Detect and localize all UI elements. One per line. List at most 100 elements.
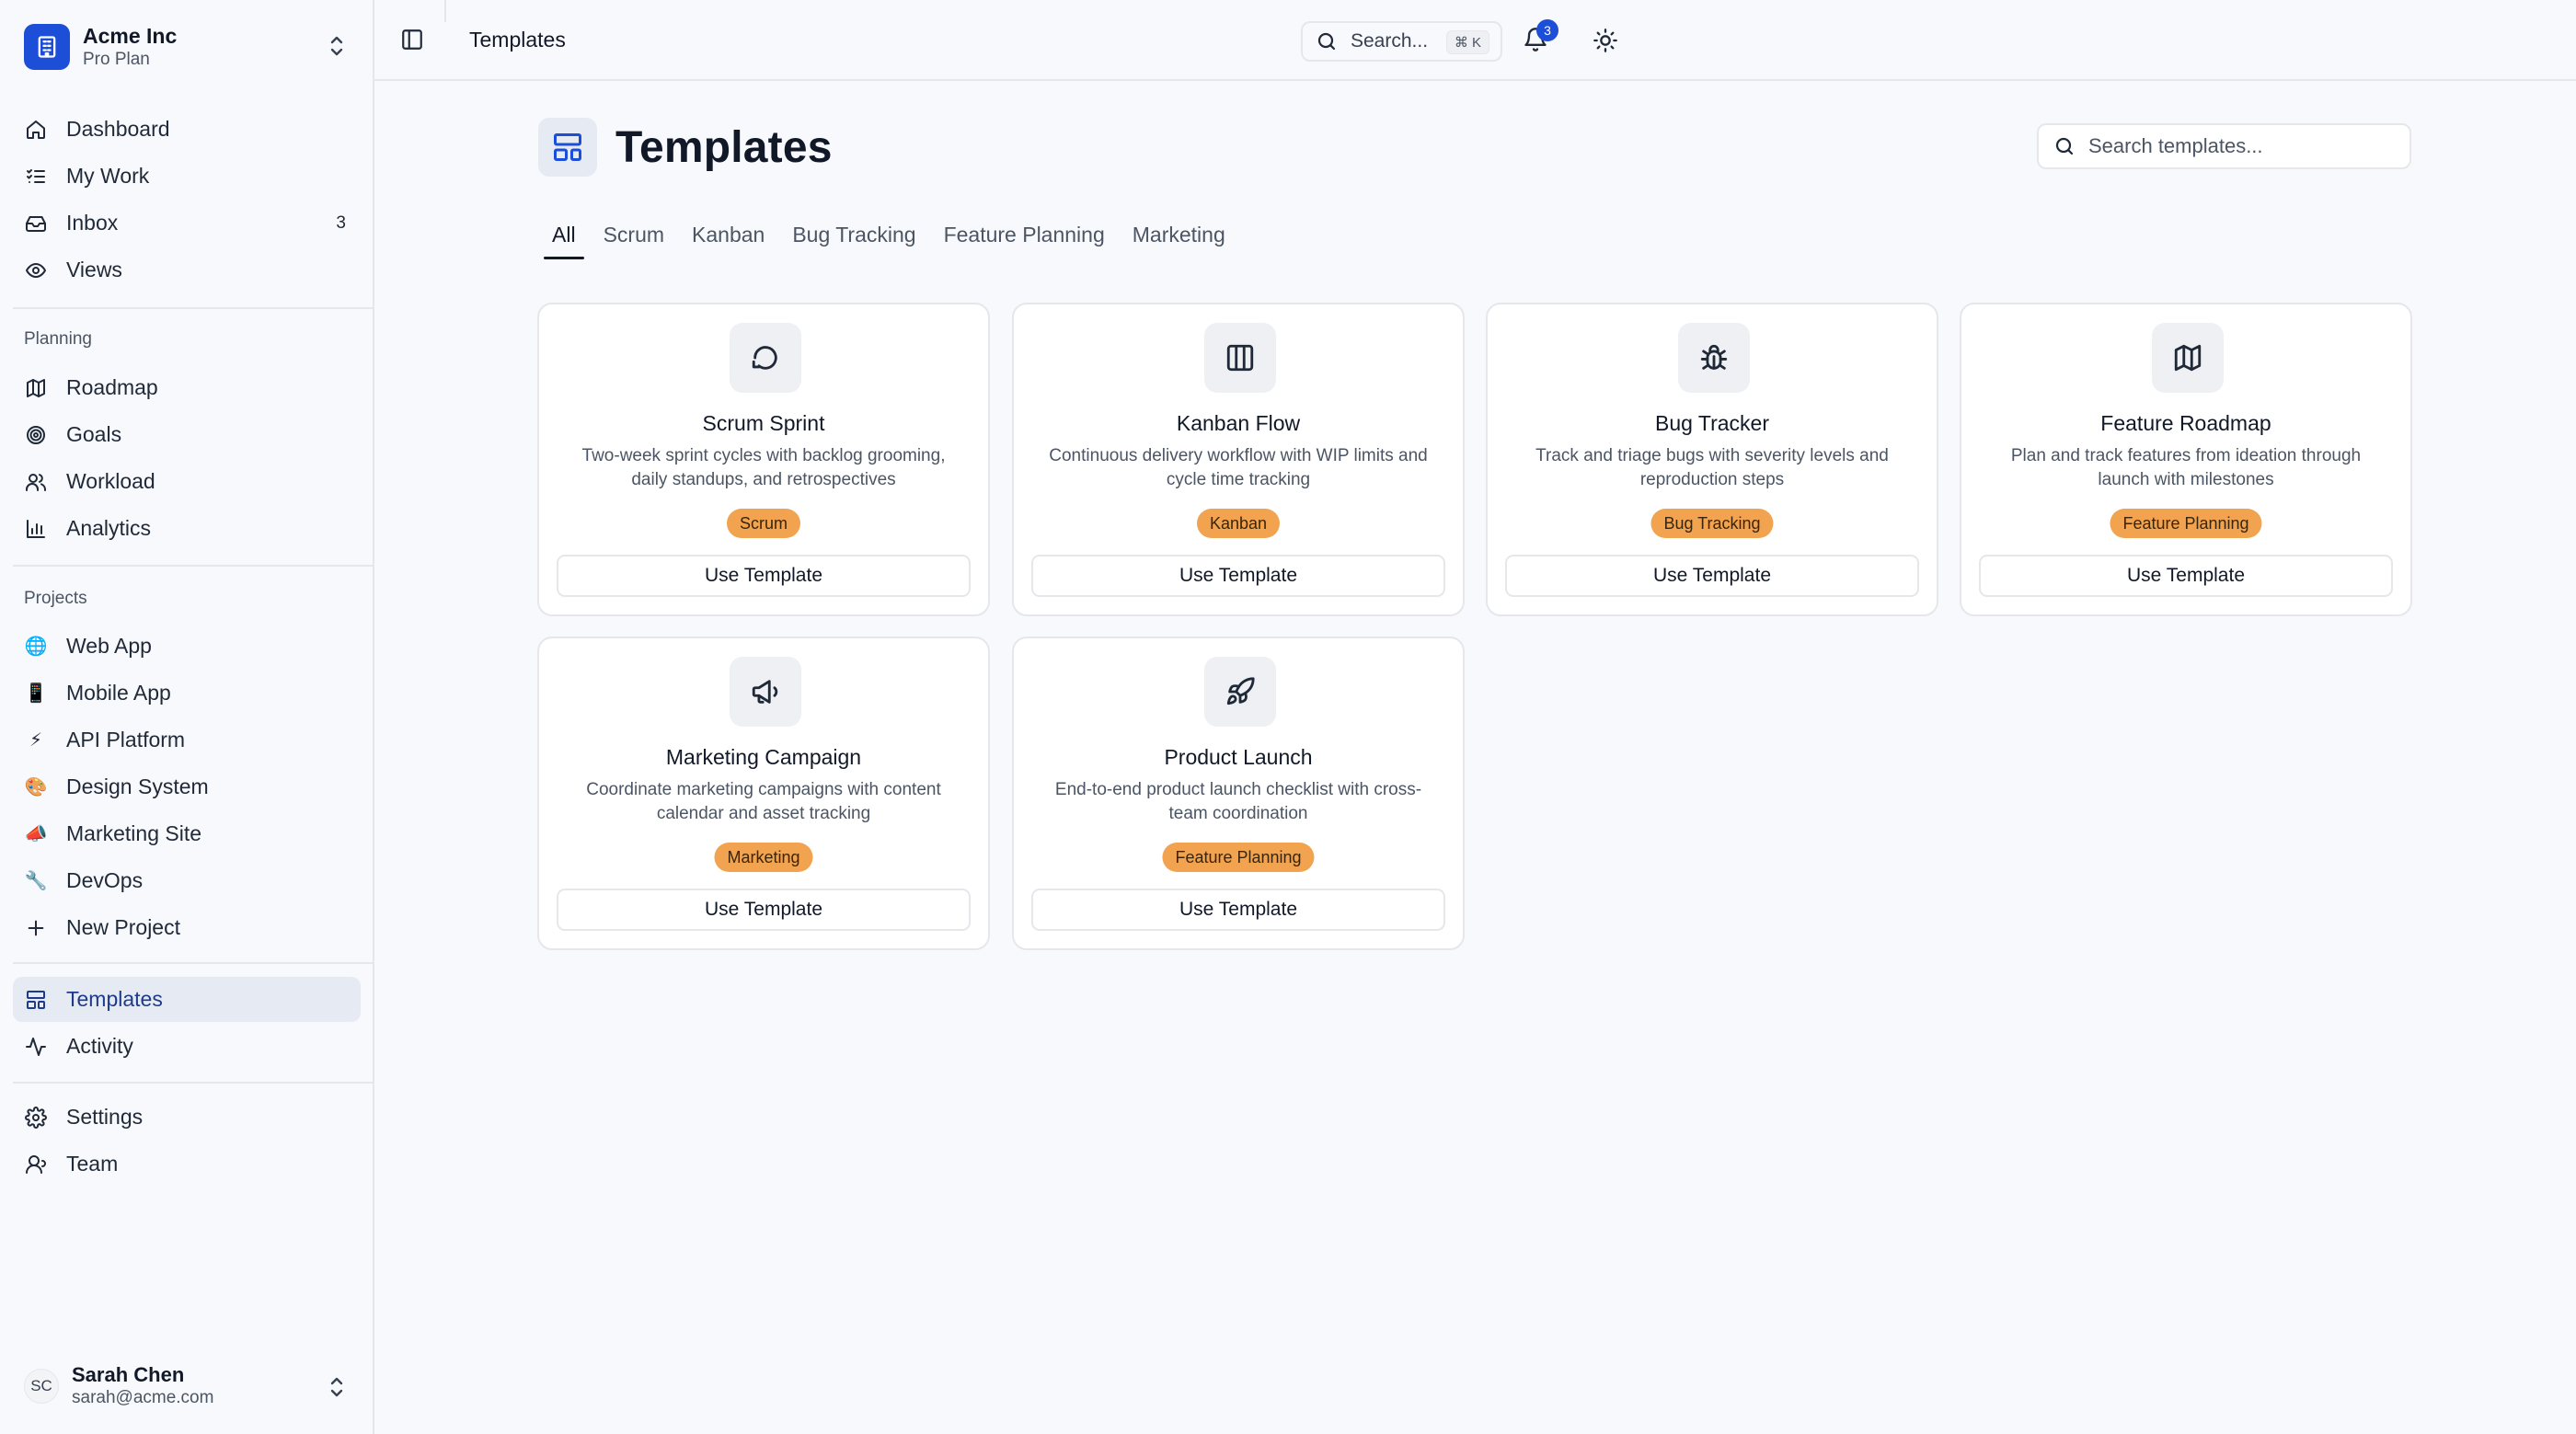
sidebar-item-label: Inbox — [66, 211, 119, 235]
user-menu[interactable]: SC Sarah Chen sarah@acme.com — [0, 1352, 373, 1420]
sidebar-item-label: API Platform — [66, 728, 186, 751]
sidebar-item-label: Design System — [66, 774, 209, 798]
divider — [13, 307, 374, 309]
sidebar-item-label: Templates — [66, 987, 163, 1011]
use-template-button[interactable]: Use Template — [1031, 889, 1445, 931]
sidebar-item-dashboard[interactable]: Dashboard — [13, 107, 361, 152]
template-description: Plan and track features from ideation th… — [2010, 446, 2362, 489]
layout-template-icon — [538, 118, 597, 177]
user-name: Sarah Chen — [72, 1363, 185, 1386]
org-name: Acme Inc — [83, 24, 178, 48]
template-tag: Bug Tracking — [1650, 509, 1774, 538]
sun-icon[interactable] — [1593, 28, 1618, 53]
sidebar-toggle-icon[interactable] — [400, 28, 424, 52]
section-label-planning: Planning — [24, 329, 92, 349]
org-switcher[interactable]: Acme Inc Pro Plan — [0, 0, 373, 94]
tab-bug-tracking[interactable]: Bug Tracking — [778, 217, 929, 261]
sidebar-item-label: Team — [66, 1152, 119, 1176]
tab-marketing[interactable]: Marketing — [1119, 217, 1239, 261]
search-icon — [1316, 30, 1338, 52]
use-template-button[interactable]: Use Template — [1505, 555, 1919, 597]
sidebar-item-inbox[interactable]: Inbox 3 — [13, 201, 361, 246]
use-template-button[interactable]: Use Template — [557, 555, 971, 597]
template-search-field[interactable] — [2037, 123, 2411, 169]
template-tag: Kanban — [1196, 509, 1281, 538]
org-plan: Pro Plan — [83, 50, 150, 69]
building-icon — [24, 24, 70, 70]
new-project-button[interactable]: New Project — [13, 905, 361, 950]
sidebar-item-label: Marketing Site — [66, 821, 202, 845]
template-card-scrum-sprint: Scrum Sprint Two-week sprint cycles with… — [537, 303, 990, 616]
sidebar-item-activity[interactable]: Activity — [13, 1024, 361, 1069]
sidebar-item-label: Web App — [66, 634, 152, 658]
template-tag: Scrum — [726, 509, 801, 538]
template-tag: Feature Planning — [1162, 843, 1315, 872]
tab-kanban[interactable]: Kanban — [678, 217, 778, 261]
template-description: Track and triage bugs with severity leve… — [1535, 446, 1889, 489]
inbox-count-badge: 3 — [336, 212, 346, 233]
tab-scrum[interactable]: Scrum — [590, 217, 678, 261]
template-search-input[interactable] — [2088, 134, 2392, 158]
palette-icon: 🎨 — [24, 777, 48, 797]
list-check-icon — [24, 165, 48, 189]
template-card-product-launch: Product Launch End-to-end product launch… — [1012, 637, 1465, 950]
sidebar-item-label: Settings — [66, 1105, 144, 1129]
activity-icon — [24, 1035, 48, 1059]
sidebar-item-templates[interactable]: Templates — [13, 977, 361, 1022]
template-description: End-to-end product launch checklist with… — [1054, 780, 1422, 823]
template-title: Scrum Sprint — [702, 411, 825, 435]
sidebar-item-roadmap[interactable]: Roadmap — [13, 365, 361, 410]
sidebar-item-label: Analytics — [66, 516, 152, 540]
template-description: Continuous delivery workflow with WIP li… — [1049, 446, 1428, 489]
user-email: sarah@acme.com — [72, 1388, 214, 1407]
template-card-marketing-campaign: Marketing Campaign Coordinate marketing … — [537, 637, 990, 950]
users-icon — [24, 470, 48, 494]
sidebar-item-views[interactable]: Views — [13, 247, 361, 293]
sidebar-item-goals[interactable]: Goals — [13, 412, 361, 457]
gear-icon — [24, 1106, 48, 1130]
sidebar-item-label: DevOps — [66, 868, 144, 892]
chevrons-up-down-icon — [327, 33, 347, 59]
template-tag: Marketing — [714, 843, 813, 872]
shortcut-hint: ⌘ K — [1445, 30, 1489, 54]
sidebar-item-label: Mobile App — [66, 681, 171, 705]
project-design-system[interactable]: 🎨 Design System — [13, 764, 361, 809]
sidebar-item-workload[interactable]: Workload — [13, 459, 361, 504]
template-card-kanban-flow: Kanban Flow Continuous delivery workflow… — [1012, 303, 1465, 616]
columns-icon — [1204, 323, 1276, 393]
sidebar-item-settings[interactable]: Settings — [13, 1095, 361, 1140]
project-devops[interactable]: 🔧 DevOps — [13, 858, 361, 903]
tab-feature-planning[interactable]: Feature Planning — [930, 217, 1119, 261]
template-title: Kanban Flow — [1176, 411, 1301, 435]
use-template-button[interactable]: Use Template — [1031, 555, 1445, 597]
map-icon — [2152, 323, 2224, 393]
template-title: Bug Tracker — [1655, 411, 1769, 435]
project-marketing-site[interactable]: 📣 Marketing Site — [13, 811, 361, 856]
project-web-app[interactable]: 🌐 Web App — [13, 624, 361, 669]
bar-chart-icon — [24, 517, 48, 541]
refresh-icon — [730, 323, 801, 393]
use-template-button[interactable]: Use Template — [557, 889, 971, 931]
search-icon — [2053, 135, 2076, 157]
sidebar-item-team[interactable]: Team — [13, 1141, 361, 1187]
avatar: SC — [24, 1369, 59, 1404]
divider — [444, 0, 446, 22]
global-search-button[interactable]: Search... ⌘ K — [1301, 21, 1502, 62]
project-api-platform[interactable]: ⚡ API Platform — [13, 717, 361, 763]
project-mobile-app[interactable]: 📱 Mobile App — [13, 671, 361, 716]
template-description: Coordinate marketing campaigns with cont… — [586, 780, 941, 823]
phone-icon: 📱 — [24, 683, 48, 704]
target-icon — [24, 423, 48, 447]
tab-all[interactable]: All — [538, 217, 590, 261]
sidebar-item-my-work[interactable]: My Work — [13, 154, 361, 199]
megaphone-icon — [730, 657, 801, 727]
category-tabs: All Scrum Kanban Bug Tracking Feature Pl… — [538, 217, 1239, 261]
inbox-icon — [24, 212, 48, 235]
notification-badge: 3 — [1536, 19, 1558, 41]
megaphone-icon: 📣 — [24, 824, 48, 844]
eye-icon — [24, 258, 48, 282]
template-card-feature-roadmap: Feature Roadmap Plan and track features … — [1960, 303, 2412, 616]
use-template-button[interactable]: Use Template — [1979, 555, 2393, 597]
sidebar-item-analytics[interactable]: Analytics — [13, 506, 361, 551]
sidebar-item-label: Dashboard — [66, 117, 170, 141]
